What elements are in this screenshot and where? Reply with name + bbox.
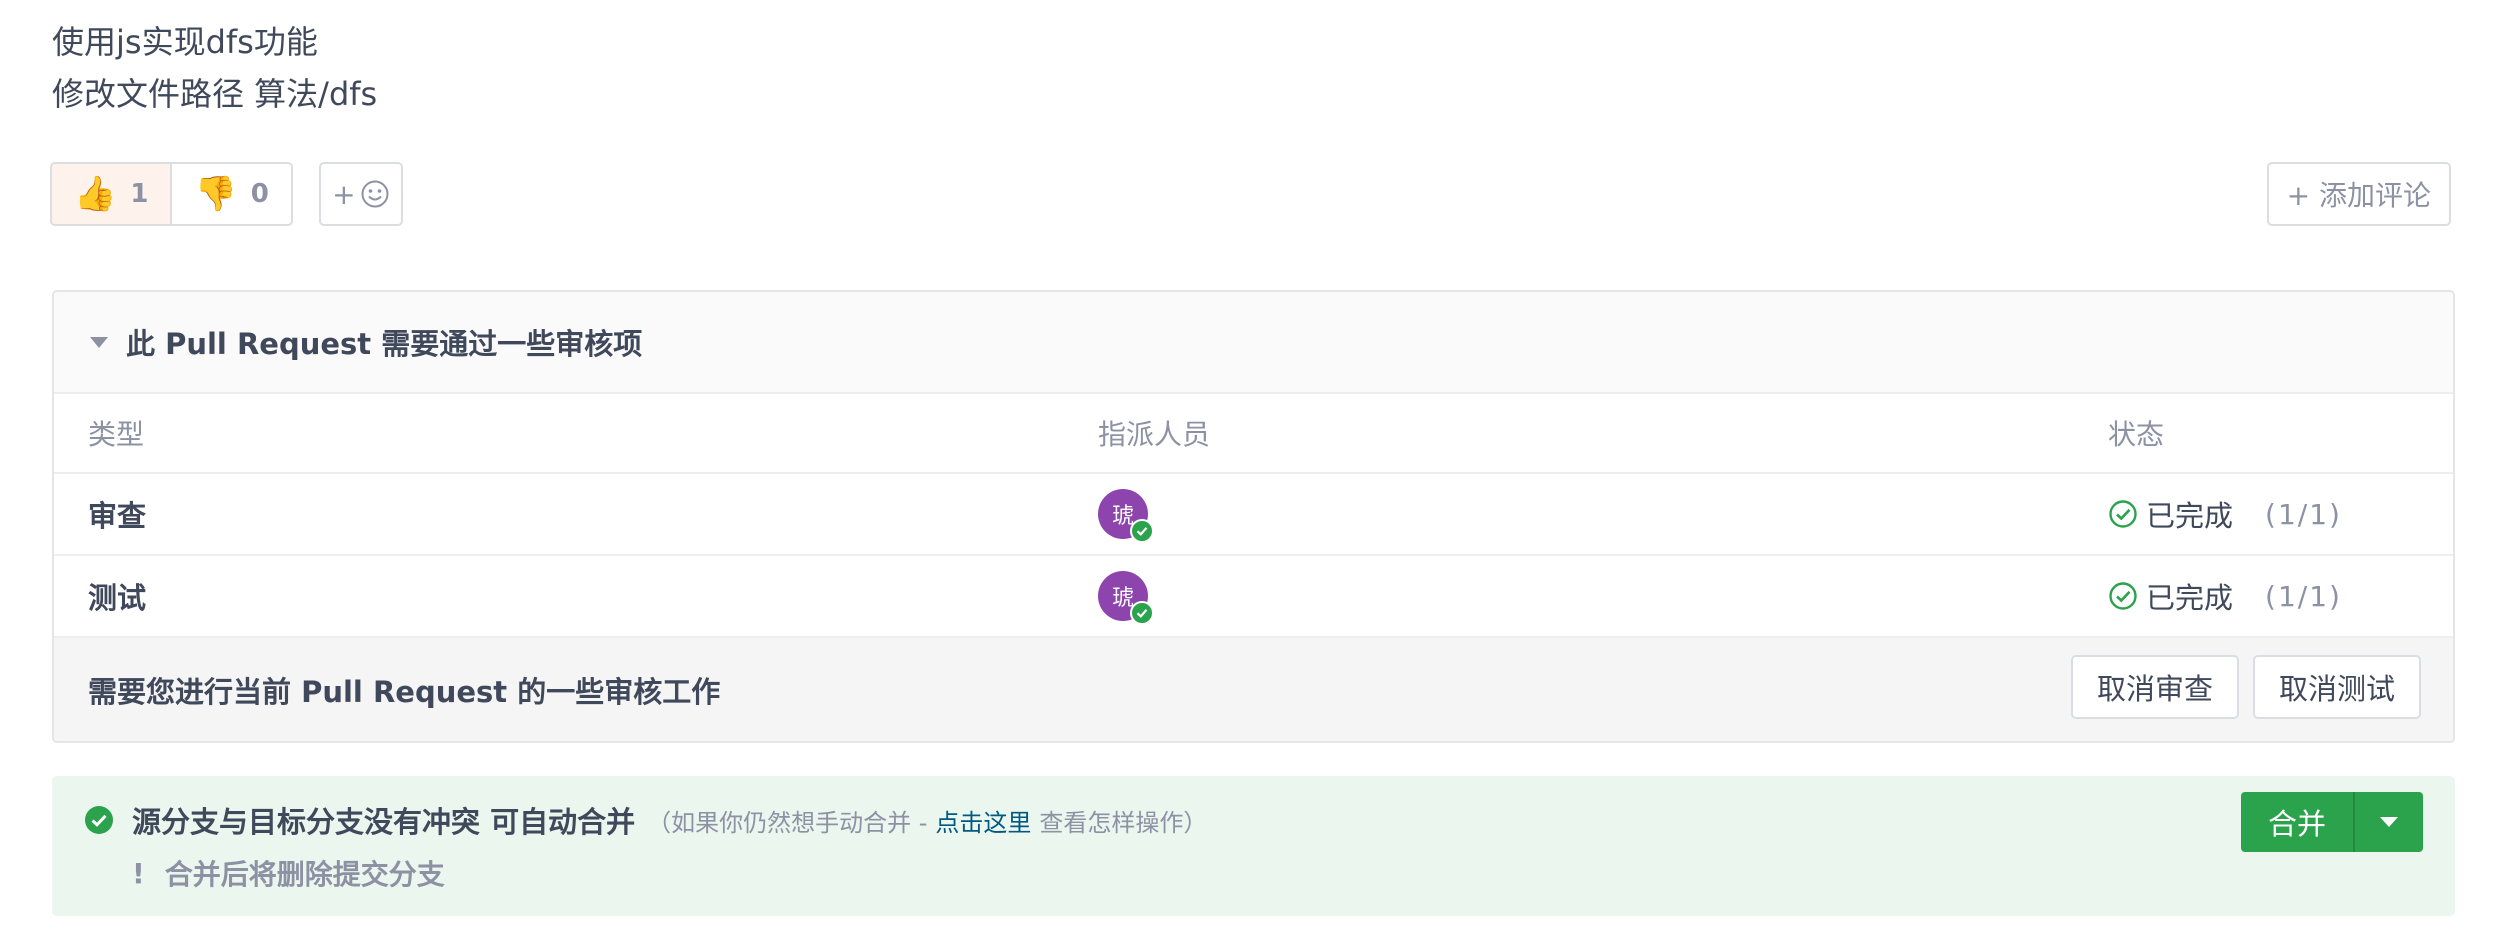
status-cell: 已完成 (1/1): [2108, 575, 2342, 617]
reaction-group: 👍 1 👎 0: [50, 162, 293, 226]
review-requirements-panel: 此 Pull Request 需要通过一些审核项 类型 指派人员 状态 审查 琥…: [52, 290, 2455, 743]
thumbs-up-icon: 👍: [74, 174, 117, 214]
merge-button[interactable]: 合并: [2241, 792, 2353, 852]
review-table-header: 类型 指派人员 状态: [54, 394, 2453, 474]
avatar[interactable]: 琥: [1098, 489, 1154, 543]
check-circle-icon: [2109, 500, 2137, 528]
thumbs-up-count: 1: [130, 179, 149, 209]
column-header-type: 类型: [88, 418, 145, 451]
avatar[interactable]: 琥: [1098, 571, 1154, 625]
reaction-bar: 👍 1 👎 0 +: [50, 162, 403, 226]
review-panel-title: 此 Pull Request 需要通过一些审核项: [126, 327, 643, 361]
merge-note-text: 合并后将删除提交分支: [164, 858, 445, 891]
caret-down-icon: [2380, 817, 2398, 827]
review-type-label: 审查: [88, 499, 147, 533]
merge-status-title: 源分支与目标分支没有冲突 可自动合并: [132, 805, 636, 839]
description-line: 使用js实现dfs功能: [52, 23, 318, 61]
cancel-test-button[interactable]: 取消测试: [2252, 655, 2421, 719]
pr-description: 使用js实现dfs功能 修改文件路径 算法/dfs: [52, 16, 377, 120]
merge-status-line: 源分支与目标分支没有冲突 可自动合并 （如果你仍然想手动合并 - 点击这里 查看…: [84, 798, 1207, 842]
add-reaction-button[interactable]: +: [318, 162, 403, 226]
review-action-buttons: 取消审查 取消测试: [2070, 655, 2421, 719]
thumbs-up-reaction[interactable]: 👍 1: [52, 164, 173, 224]
table-row: 测试 琥 已完成 (1/1): [54, 556, 2453, 638]
merge-hint-prefix: （如果你仍然想手动合并 -: [647, 808, 928, 837]
caret-down-icon: [90, 336, 108, 348]
manual-merge-link[interactable]: 点击这里: [935, 803, 1031, 838]
merge-options-dropdown[interactable]: [2353, 792, 2423, 852]
merge-note: ! 合并后将删除提交分支: [132, 851, 445, 895]
review-type-label: 测试: [88, 581, 147, 615]
smiley-icon: [361, 180, 389, 208]
merge-button-group: 合并: [2241, 792, 2423, 852]
column-header-assignee: 指派人员: [1098, 418, 1211, 451]
status-badge: 已完成: [2146, 499, 2234, 533]
review-action-text: 需要您进行当前 Pull Request 的一些审核工作: [88, 674, 721, 709]
approved-check-icon: [1130, 601, 1154, 625]
review-panel-footer: 需要您进行当前 Pull Request 的一些审核工作 取消审查 取消测试: [54, 638, 2453, 741]
status-badge: 已完成: [2146, 581, 2234, 615]
status-cell: 已完成 (1/1): [2108, 493, 2342, 535]
assignee-cell: 琥: [1098, 571, 1154, 625]
merge-status-panel: 源分支与目标分支没有冲突 可自动合并 （如果你仍然想手动合并 - 点击这里 查看…: [52, 776, 2455, 916]
status-count: (1/1): [2265, 497, 2342, 531]
table-row: 审查 琥 已完成 (1/1): [54, 474, 2453, 556]
approved-check-icon: [1130, 519, 1154, 543]
warning-mark-icon: !: [132, 856, 145, 890]
thumbs-down-reaction[interactable]: 👎 0: [172, 164, 291, 224]
thumbs-down-count: 0: [250, 179, 269, 209]
assignee-cell: 琥: [1098, 489, 1154, 543]
review-panel-header[interactable]: 此 Pull Request 需要通过一些审核项: [54, 292, 2453, 394]
merge-hint-suffix: 查看怎样操作）: [1039, 808, 1208, 837]
description-line: 修改文件路径 算法/dfs: [52, 75, 378, 113]
thumbs-down-icon: 👎: [194, 174, 237, 214]
column-header-status: 状态: [2108, 418, 2165, 451]
success-check-icon: [85, 806, 113, 834]
status-count: (1/1): [2265, 579, 2342, 613]
plus-sign: +: [332, 177, 356, 211]
add-comment-button[interactable]: + 添加评论: [2266, 162, 2451, 226]
cancel-review-button[interactable]: 取消审查: [2070, 655, 2239, 719]
check-circle-icon: [2109, 582, 2137, 610]
